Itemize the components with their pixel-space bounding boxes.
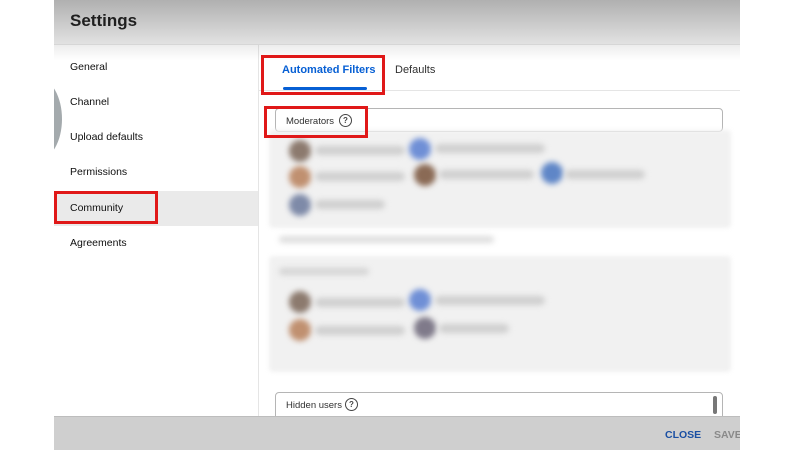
sidebar-item-general[interactable]: General (54, 50, 258, 85)
avatar (409, 289, 431, 311)
sidebar-item-agreements[interactable]: Agreements (54, 226, 258, 261)
tab-defaults[interactable]: Defaults (395, 64, 435, 76)
blurred-text (439, 324, 509, 333)
avatar (414, 317, 436, 339)
dialog-footer: CLOSE SAVE (54, 416, 740, 450)
blurred-text (279, 268, 369, 275)
sidebar-item-permissions[interactable]: Permissions (54, 155, 258, 190)
blurred-text (279, 236, 494, 243)
moderators-label: Moderators (286, 116, 335, 127)
blurred-text (315, 146, 405, 155)
close-button[interactable]: CLOSE (665, 429, 701, 441)
avatar (289, 194, 311, 216)
sidebar-item-community[interactable]: Community (54, 191, 258, 226)
avatar (409, 138, 431, 160)
settings-sidebar: General Channel Upload defaults Permissi… (54, 44, 259, 416)
sidebar-item-channel[interactable]: Channel (54, 85, 258, 120)
settings-dialog: Settings General Channel Upload defaults… (54, 0, 740, 450)
question-circle-icon[interactable]: ? (339, 114, 352, 127)
avatar (289, 291, 311, 313)
sidebar-item-upload-defaults[interactable]: Upload defaults (54, 120, 258, 155)
blurred-text (315, 172, 405, 181)
blurred-text (435, 296, 545, 305)
scrollbar[interactable] (713, 396, 717, 414)
dialog-header (54, 0, 740, 45)
blurred-text (315, 326, 405, 335)
avatar (289, 319, 311, 341)
blurred-text (435, 144, 545, 153)
avatar (414, 164, 436, 186)
question-circle-icon[interactable]: ? (345, 398, 358, 411)
blurred-text (315, 298, 405, 307)
avatar (289, 166, 311, 188)
save-button[interactable]: SAVE (714, 429, 740, 441)
avatar (541, 162, 563, 184)
avatar (289, 140, 311, 162)
hidden-users-label: Hidden users (286, 400, 342, 411)
blurred-text (439, 170, 534, 179)
active-tab-indicator (283, 87, 367, 90)
settings-content: Automated Filters Defaults Moderators ? (259, 44, 740, 420)
blurred-text (315, 200, 385, 209)
blurred-text (565, 170, 645, 179)
tab-bar: Automated Filters Defaults (259, 44, 740, 91)
dialog-title: Settings (70, 11, 138, 30)
tab-automated-filters[interactable]: Automated Filters (282, 64, 376, 76)
